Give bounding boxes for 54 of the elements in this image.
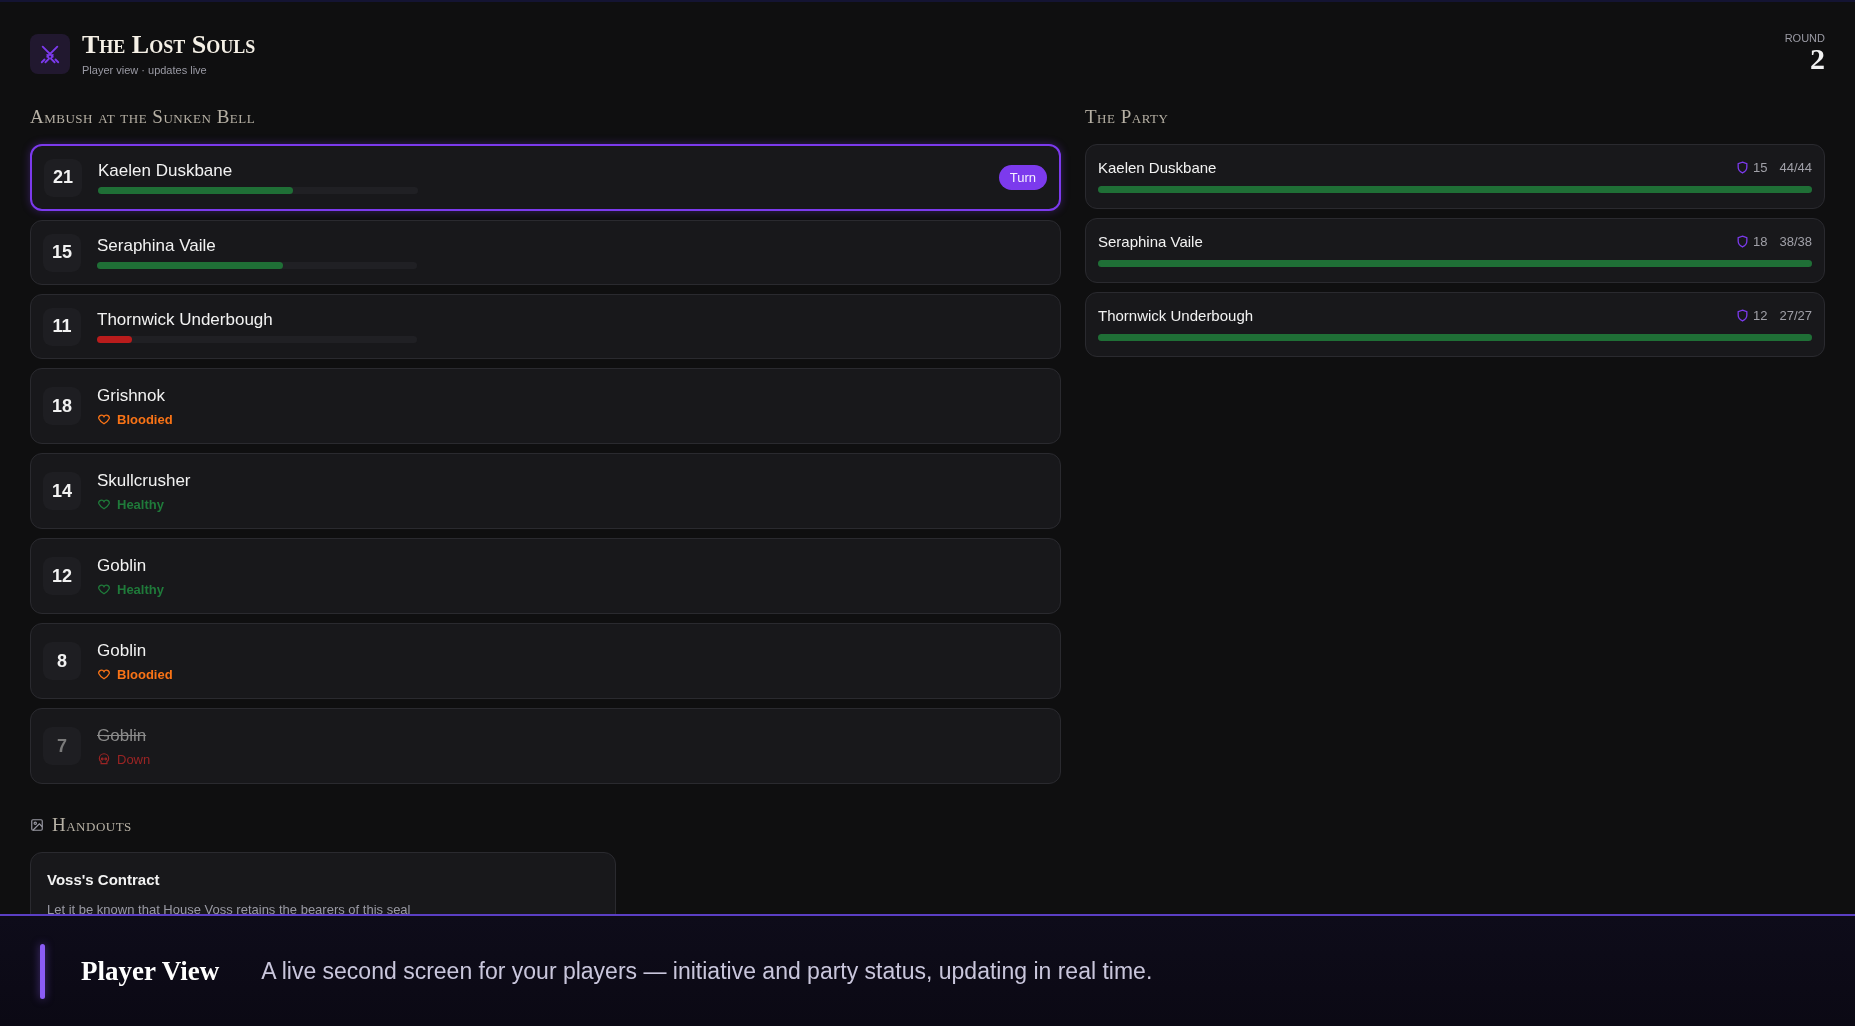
member-name: Kaelen Duskbane	[1098, 159, 1217, 176]
initiative-value: 12	[43, 557, 81, 595]
shield-icon	[1736, 161, 1749, 174]
combatant-name: Goblin	[97, 725, 148, 746]
heart-icon	[97, 497, 111, 511]
combatant-name: Skullcrusher	[97, 470, 192, 491]
combatant-name: Goblin	[97, 555, 148, 576]
round-label: ROUND	[1784, 32, 1825, 44]
shield-icon	[1736, 309, 1749, 322]
initiative-value: 15	[43, 233, 81, 272]
turn-badge: Turn	[998, 165, 1047, 190]
handout-card[interactable]: Voss's Contract Let it be known that House Voss retains the bearers of this seal	[30, 852, 616, 914]
section-title: Ambush at the Sunken Bell	[30, 106, 256, 128]
member-name: Thornwick Underbough	[1098, 307, 1254, 324]
combatant-name: Thornwick Underbough	[97, 310, 274, 330]
section-title: Handouts	[52, 814, 132, 836]
combatant-name: Seraphina Vaile	[97, 236, 217, 256]
status-text: Healthy	[117, 496, 164, 512]
shield-icon	[1736, 235, 1749, 248]
heart-icon	[97, 412, 111, 426]
app-subtitle: Player view · updates live	[82, 64, 208, 76]
initiative-value: 14	[43, 472, 81, 510]
footer-title: Player View	[81, 955, 220, 987]
armor-class: 15	[1753, 160, 1768, 175]
initiative-value: 21	[44, 158, 82, 197]
armor-class: 18	[1753, 234, 1768, 249]
initiative-value: 18	[43, 387, 81, 425]
armor-class: 12	[1753, 308, 1768, 323]
status-text: Bloodied	[117, 411, 173, 427]
hit-points: 27/27	[1779, 308, 1812, 323]
heart-icon	[97, 667, 111, 681]
app-title: The Lost Souls	[82, 32, 256, 58]
skull-icon	[97, 752, 111, 766]
handout-title: Voss's Contract	[47, 871, 161, 888]
initiative-value: 7	[43, 727, 81, 765]
section-title: The Party	[1085, 106, 1169, 128]
initiative-value: 11	[43, 307, 81, 346]
image-icon	[30, 818, 44, 832]
logo-icon	[30, 34, 70, 74]
initiative-value: 8	[43, 642, 81, 680]
combatant-name: Goblin	[97, 640, 148, 661]
status-text: Down	[117, 751, 151, 767]
round-number: 2	[1810, 44, 1825, 74]
accent-bar	[40, 943, 45, 999]
status-text: Bloodied	[117, 666, 173, 682]
heart-icon	[97, 582, 111, 596]
hit-points: 44/44	[1779, 160, 1812, 175]
member-name: Seraphina Vaile	[1098, 233, 1203, 250]
handout-text: Let it be known that House Voss retains the bearers of this seal	[47, 902, 412, 914]
footer-text: A live second screen for your players — initiative and party status, updating in real time.	[261, 957, 1153, 985]
status-text: Healthy	[117, 581, 164, 597]
combatant-name: Kaelen Duskbane	[98, 161, 234, 181]
combatant-name: Grishnok	[97, 385, 167, 406]
hit-points: 38/38	[1779, 234, 1812, 249]
